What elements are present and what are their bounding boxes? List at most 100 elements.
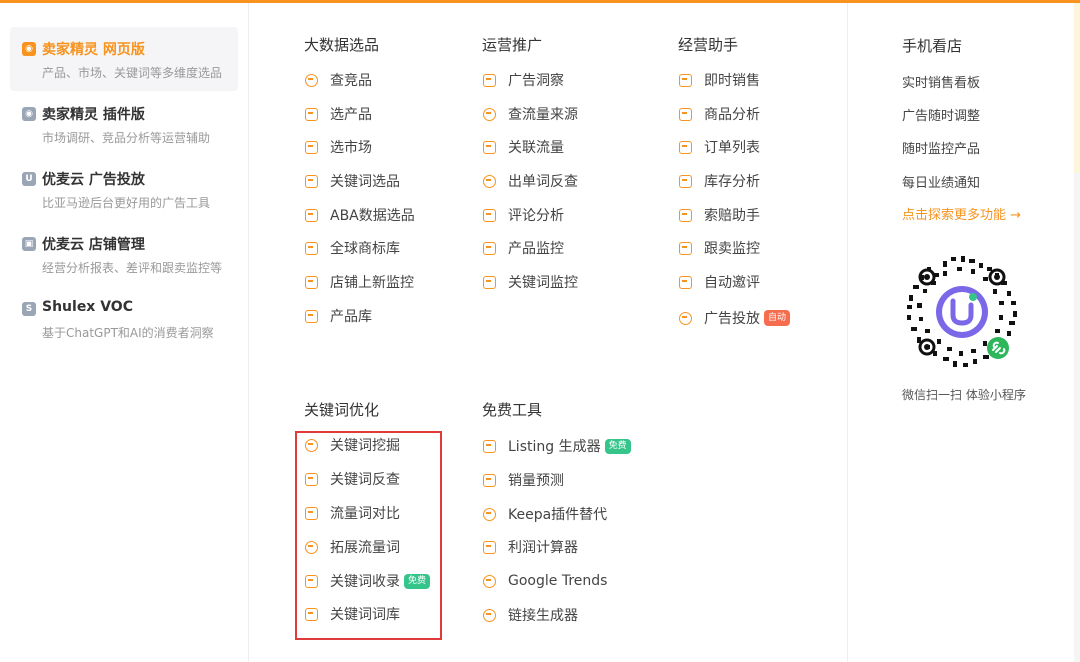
- menu-item-product-analysis[interactable]: 商品分析: [679, 103, 760, 125]
- column-title-free-tools: 免费工具: [482, 401, 543, 419]
- menu-item-claim-assistant[interactable]: 索赔助手: [679, 204, 760, 226]
- menu-label: Keepa插件替代: [508, 507, 608, 523]
- menu-label: 店铺上新监控: [330, 275, 414, 291]
- menu-label: Listing 生成器: [508, 439, 601, 455]
- google-icon: [483, 574, 496, 588]
- shulex-voc-icon: S: [22, 302, 36, 316]
- miniprogram-qr-code: [905, 255, 1019, 369]
- menu-item-store-monitor[interactable]: 店铺上新监控: [305, 271, 414, 293]
- product-desc: 比亚马逊后台更好用的广告工具: [42, 196, 211, 210]
- link-squares-icon: [483, 140, 496, 154]
- menu-label: 选市场: [330, 140, 372, 156]
- menu-label: 即时销售: [704, 73, 760, 89]
- menu-label: 链接生成器: [508, 608, 578, 624]
- column-divider: [847, 3, 848, 662]
- column-title-keyword-opt: 关键词优化: [304, 401, 380, 419]
- menu-item-review-analysis[interactable]: 评论分析: [483, 204, 564, 226]
- menu-label: 广告投放: [704, 311, 760, 327]
- menu-label: 产品监控: [508, 241, 564, 257]
- menu-item-select-market[interactable]: 选市场: [305, 136, 372, 158]
- keepa-icon: [483, 507, 496, 521]
- menu-label: 全球商标库: [330, 241, 400, 257]
- product-title: 卖家精灵 网页版: [42, 42, 145, 58]
- menu-item-product-library[interactable]: 产品库: [305, 305, 372, 327]
- product-title: 优麦云 店铺管理: [42, 237, 145, 253]
- column-title-promotion: 运营推广: [482, 36, 543, 54]
- mobile-feature-product-monitor: 随时监控产品: [902, 142, 981, 157]
- menu-item-competitor[interactable]: 查竞品: [305, 69, 372, 91]
- product-card-youmaiyun-store[interactable]: ▣ 优麦云 店铺管理 经营分析报表、差评和跟卖监控等: [10, 222, 238, 286]
- menu-label: 自动邀评: [704, 275, 760, 291]
- product-switcher-panel: ◉ 卖家精灵 网页版 产品、市场、关键词等多维度选品 ◉ 卖家精灵 插件版 市场…: [0, 3, 249, 662]
- keyword-monitor-icon: [483, 275, 496, 289]
- menu-item-google-trends[interactable]: Google Trends: [483, 570, 607, 592]
- menu-label: ABA数据选品: [330, 208, 415, 224]
- auto-badge: 自动: [764, 310, 791, 326]
- menu-item-traffic-source[interactable]: 查流量来源: [483, 103, 578, 125]
- review-request-icon: [679, 275, 692, 289]
- pie-chart-icon: [679, 311, 692, 325]
- menu-label: 关键词监控: [508, 275, 578, 291]
- column-title-big-data: 大数据选品: [304, 36, 380, 54]
- comment-icon: [483, 208, 496, 222]
- reverse-search-icon: [483, 174, 496, 188]
- menu-label: 销量预测: [508, 473, 564, 489]
- sales-icon: [679, 73, 692, 87]
- menu-item-sales-forecast[interactable]: 销量预测: [483, 469, 564, 491]
- menu-item-product-monitor[interactable]: 产品监控: [483, 237, 564, 259]
- product-card-youmaiyun-ads[interactable]: U 优麦云 广告投放 比亚马逊后台更好用的广告工具: [10, 157, 238, 221]
- menu-item-ad-delivery[interactable]: 广告投放 自动: [679, 307, 791, 329]
- menu-item-listing-generator[interactable]: Listing 生成器 免费: [483, 435, 631, 457]
- grid-icon: [305, 174, 318, 188]
- menu-label: 订单列表: [704, 140, 760, 156]
- menu-item-order-keyword-reverse[interactable]: 出单词反查: [483, 170, 578, 192]
- product-card-sellersprite-web[interactable]: ◉ 卖家精灵 网页版 产品、市场、关键词等多维度选品: [10, 27, 238, 91]
- menu-item-hijack-monitor[interactable]: 跟卖监控: [679, 237, 760, 259]
- menu-item-trademark[interactable]: 全球商标库: [305, 237, 400, 259]
- menu-item-profit-calculator[interactable]: 利润计算器: [483, 536, 578, 558]
- chart-icon: [305, 208, 318, 222]
- mobile-feature-ad-adjust: 广告随时调整: [902, 109, 981, 124]
- monitor-chart-icon: [483, 241, 496, 255]
- menu-label: 出单词反查: [508, 174, 578, 190]
- mobile-feature-daily-notice: 每日业绩通知: [902, 176, 981, 191]
- sellersprite-web-icon: ◉: [22, 42, 36, 56]
- menu-item-ad-insight[interactable]: 广告洞察: [483, 69, 564, 91]
- trademark-icon: [305, 241, 318, 255]
- product-desc: 市场调研、竞品分析等运营辅助: [42, 131, 211, 145]
- highlight-box: [295, 431, 442, 640]
- market-icon: [305, 140, 318, 154]
- menu-label: 关联流量: [508, 140, 564, 156]
- search-icon: [305, 73, 318, 87]
- free-badge: 免费: [604, 438, 631, 454]
- menu-label: 关键词选品: [330, 174, 400, 190]
- menu-label: 产品库: [330, 309, 372, 325]
- forecast-icon: [483, 473, 496, 487]
- product-analysis-icon: [679, 107, 692, 121]
- menu-item-inventory-analysis[interactable]: 库存分析: [679, 170, 760, 192]
- menu-label: 广告洞察: [508, 73, 564, 89]
- menu-item-keyword-monitor[interactable]: 关键词监控: [483, 271, 578, 293]
- menu-item-aba-data[interactable]: ABA数据选品: [305, 204, 415, 226]
- menu-item-related-traffic[interactable]: 关联流量: [483, 136, 564, 158]
- menu-item-link-generator[interactable]: 链接生成器: [483, 604, 578, 626]
- menu-item-order-list[interactable]: 订单列表: [679, 136, 760, 158]
- menu-label: Google Trends: [508, 573, 608, 589]
- menu-item-keyword-selection[interactable]: 关键词选品: [305, 170, 400, 192]
- menu-item-keepa-alternative[interactable]: Keepa插件替代: [483, 503, 607, 525]
- hijack-icon: [679, 241, 692, 255]
- menu-label: 跟卖监控: [704, 241, 760, 257]
- menu-item-auto-review-request[interactable]: 自动邀评: [679, 271, 760, 293]
- menu-item-select-product[interactable]: 选产品: [305, 103, 372, 125]
- explore-more-link[interactable]: 点击探索更多功能 →: [902, 204, 1021, 223]
- menu-label: 商品分析: [704, 107, 760, 123]
- menu-label: 索赔助手: [704, 208, 760, 224]
- product-title: 卖家精灵 插件版: [42, 107, 145, 123]
- product-card-shulex-voc[interactable]: S Shulex VOC 基于ChatGPT和AI的消费者洞察: [10, 287, 238, 351]
- mobile-feature-sales-board: 实时销售看板: [902, 76, 981, 91]
- menu-label: 查流量来源: [508, 107, 578, 123]
- product-card-sellersprite-plugin[interactable]: ◉ 卖家精灵 插件版 市场调研、竞品分析等运营辅助: [10, 92, 238, 156]
- filter-icon: [305, 107, 318, 121]
- menu-label: 评论分析: [508, 208, 564, 224]
- menu-item-instant-sales[interactable]: 即时销售: [679, 69, 760, 91]
